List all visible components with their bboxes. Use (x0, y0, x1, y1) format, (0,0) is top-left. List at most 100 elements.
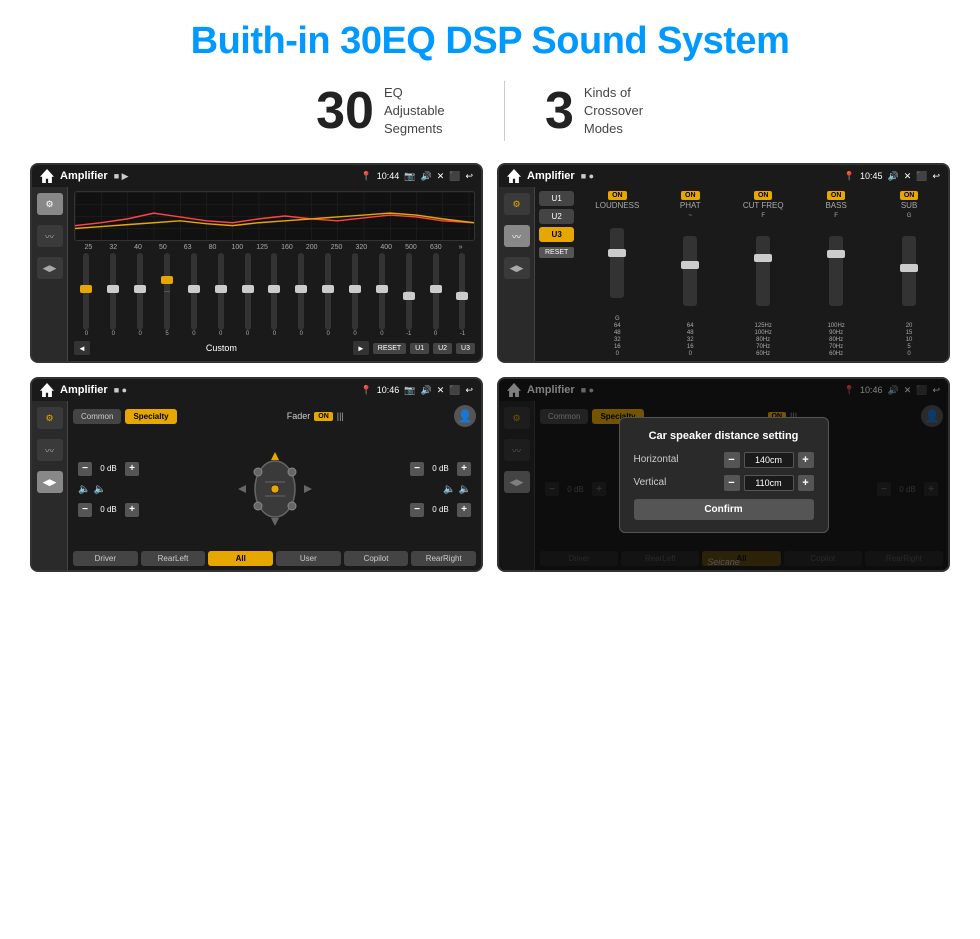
vertical-minus[interactable]: − (724, 475, 740, 491)
left-top-minus[interactable]: − (78, 462, 92, 476)
confirm-button[interactable]: Confirm (634, 499, 814, 520)
right-bot-plus[interactable]: + (457, 503, 471, 517)
freq-labels: 25 32 40 50 63 80 100 125 160 200 250 32… (74, 244, 475, 251)
app-name-1: Amplifier (60, 170, 108, 182)
slider-8: 0 (262, 253, 287, 337)
phat-on[interactable]: ON (681, 191, 700, 200)
dialog-overlay: Car speaker distance setting Horizontal … (499, 379, 948, 570)
right-bottom-db: − 0 dB + (410, 503, 471, 517)
left-icons: 🔈 🔈 (78, 484, 139, 495)
vertical-plus[interactable]: + (798, 475, 814, 491)
right-top-minus[interactable]: − (410, 462, 424, 476)
eq-footer: ◄ Custom ► RESET U1 U2 U3 (74, 339, 475, 357)
freq-400: 400 (374, 244, 399, 251)
status-icons-2: 📍 10:45 🔊 ✕ ⬛ ↩ (844, 171, 940, 182)
screen-specialty: Amplifier ■ ● 📍 10:46 📷 🔊 ✕ ⬛ ↩ ⚙ (30, 377, 483, 572)
left-top-value: 0 dB (96, 464, 121, 473)
crossover-label: Kinds ofCrossover Modes (584, 84, 664, 139)
eq-label: EQ AdjustableSegments (384, 84, 464, 139)
freq-32: 32 (101, 244, 126, 251)
loudness-on[interactable]: ON (608, 191, 627, 200)
wave-side-btn-2[interactable]: 〰 (504, 225, 530, 247)
eq-chart (74, 191, 475, 241)
preset-u3[interactable]: U3 (539, 227, 574, 242)
bass-on[interactable]: ON (827, 191, 846, 200)
screens-grid: Amplifier ■ ▶ 📍 10:44 📷 🔊 ✕ ⬛ ↩ ⚙ (30, 163, 950, 572)
sub-on[interactable]: ON (900, 191, 919, 200)
right-speaker-control: − 0 dB + 🔈 🔈 − 0 dB + (410, 462, 471, 517)
fader-on-tag[interactable]: ON (314, 412, 333, 421)
preset-u2[interactable]: U2 (539, 209, 574, 224)
home-icon-3[interactable] (40, 383, 54, 397)
eq-u2-btn[interactable]: U2 (433, 343, 452, 354)
eq-prev-btn[interactable]: ◄ (74, 341, 90, 355)
user-btn-3[interactable]: User (276, 551, 341, 566)
left-bot-minus[interactable]: − (78, 503, 92, 517)
edit-icon-1: ■ ▶ (114, 171, 129, 182)
freq-80: 80 (200, 244, 225, 251)
crossover-number: 3 (545, 85, 574, 137)
crossover-reset-btn[interactable]: RESET (539, 247, 574, 258)
wave-side-btn[interactable]: 〰 (37, 225, 63, 247)
back-icon-1: ↩ (465, 171, 473, 182)
time-3: 10:46 (377, 385, 400, 395)
status-icons-1: 📍 10:44 📷 🔊 ✕ ⬛ ↩ (361, 171, 474, 182)
right-bot-minus[interactable]: − (410, 503, 424, 517)
rearright-btn[interactable]: RearRight (411, 551, 476, 566)
eq-side-btn[interactable]: ⚙ (37, 193, 63, 215)
freq-40: 40 (126, 244, 151, 251)
cutfreq-on[interactable]: ON (754, 191, 773, 200)
left-top-plus[interactable]: + (125, 462, 139, 476)
tab-specialty-3[interactable]: Specialty (125, 409, 176, 424)
eq-side-btn-3[interactable]: ⚙ (37, 407, 63, 429)
eq-u1-btn[interactable]: U1 (410, 343, 429, 354)
eq-next-btn[interactable]: ► (353, 341, 369, 355)
crossover-presets: U1 U2 U3 RESET (539, 191, 574, 357)
bass-label: BASS (825, 201, 846, 210)
copilot-btn[interactable]: Copilot (344, 551, 409, 566)
left-bot-plus[interactable]: + (125, 503, 139, 517)
eq-reset-btn[interactable]: RESET (373, 343, 406, 354)
all-btn[interactable]: All (208, 551, 273, 566)
eq-side-btn-2[interactable]: ⚙ (504, 193, 530, 215)
left-bottom-db: − 0 dB + (78, 503, 139, 517)
screen-body-2: ⚙ 〰 ◀▶ U1 U2 U3 RESET (499, 187, 948, 361)
sliders-row: 0 0 0 5 (74, 253, 475, 337)
volume-icon-1: 🔊 (420, 171, 431, 182)
pin-icon-2: 📍 (844, 171, 855, 182)
left-top-db: − 0 dB + (78, 462, 139, 476)
screen-eq: Amplifier ■ ▶ 📍 10:44 📷 🔊 ✕ ⬛ ↩ ⚙ (30, 163, 483, 363)
eq-preset-label: Custom (94, 343, 349, 353)
edit-icon-2: ■ ● (581, 171, 594, 181)
vol-side-btn-3[interactable]: ◀▶ (37, 471, 63, 493)
eq-number: 30 (316, 85, 374, 137)
eq-u3-btn[interactable]: U3 (456, 343, 475, 354)
screen-icon-3: ⬛ (449, 385, 460, 396)
horizontal-minus[interactable]: − (724, 452, 740, 468)
time-2: 10:45 (860, 171, 883, 181)
home-icon-1[interactable] (40, 169, 54, 183)
preset-u1[interactable]: U1 (539, 191, 574, 206)
vol-side-btn[interactable]: ◀▶ (37, 257, 63, 279)
right-bot-value: 0 dB (428, 505, 453, 514)
stat-eq: 30 EQ AdjustableSegments (316, 84, 464, 139)
wave-side-btn-3[interactable]: 〰 (37, 439, 63, 461)
speaker-right-icon: 🔈 (443, 484, 455, 495)
user-icon-3[interactable]: 👤 (454, 405, 476, 427)
horizontal-plus[interactable]: + (798, 452, 814, 468)
tab-common-3[interactable]: Common (73, 409, 121, 424)
home-icon-2[interactable] (507, 169, 521, 183)
specialty-main: Common Specialty Fader ON ||| 👤 (68, 401, 481, 570)
vol-side-btn-2[interactable]: ◀▶ (504, 257, 530, 279)
app-name-2: Amplifier (527, 170, 575, 182)
channel-loudness: ON LOUDNESS G 64 48 32 16 0 (582, 191, 652, 357)
camera-icon-3: 📷 (404, 385, 415, 396)
app-name-3: Amplifier (60, 384, 108, 396)
freq-630: 630 (423, 244, 448, 251)
slider-5: 0 (181, 253, 206, 337)
driver-btn[interactable]: Driver (73, 551, 138, 566)
rearleft-btn[interactable]: RearLeft (141, 551, 206, 566)
right-top-plus[interactable]: + (457, 462, 471, 476)
distance-dialog: Car speaker distance setting Horizontal … (619, 417, 829, 533)
status-icons-3: 📍 10:46 📷 🔊 ✕ ⬛ ↩ (361, 385, 474, 396)
